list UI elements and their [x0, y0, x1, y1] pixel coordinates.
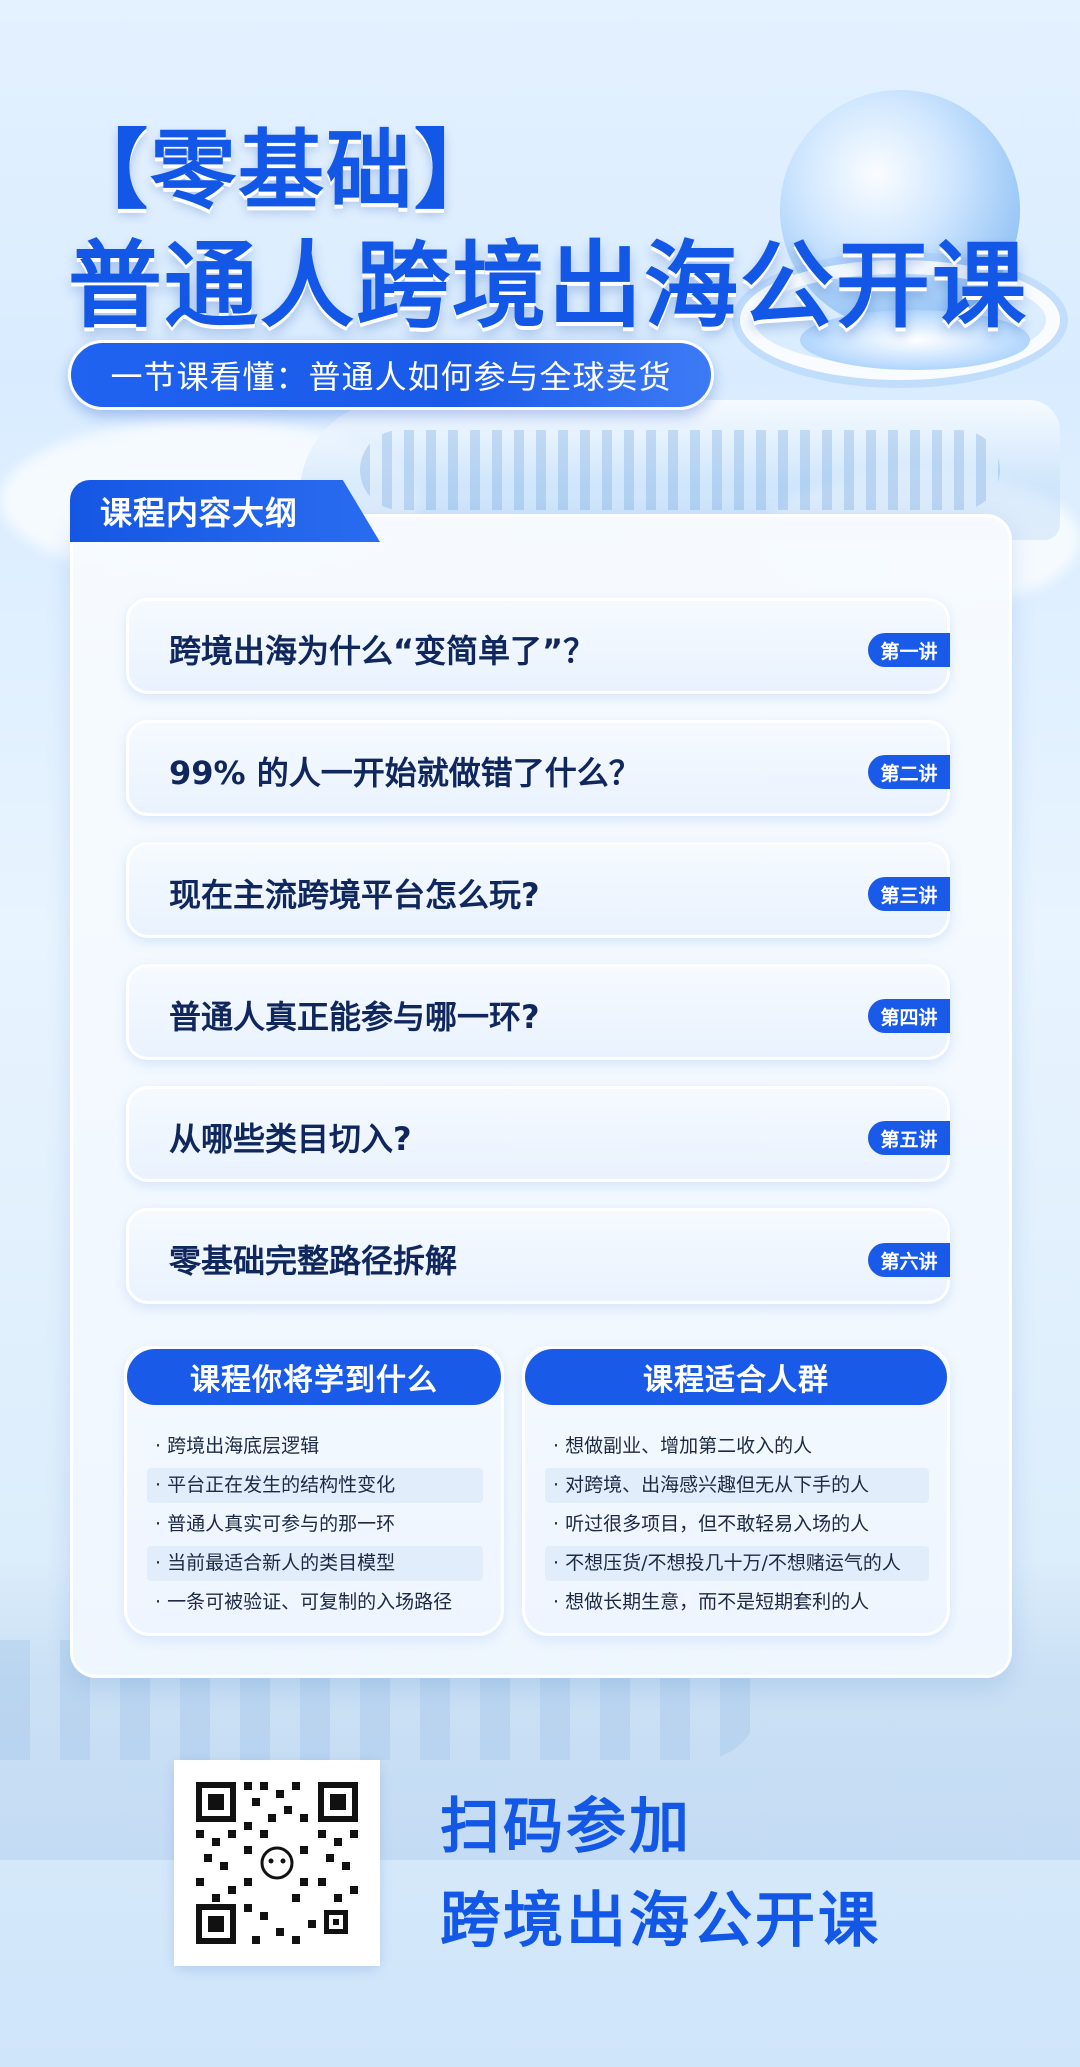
lesson-badge: 第四讲 — [868, 999, 950, 1033]
lesson-badge: 第三讲 — [868, 877, 950, 911]
lesson-item: 现在主流跨境平台怎么玩? 第三讲 — [126, 842, 950, 938]
lesson-title: 从哪些类目切入? — [169, 1120, 412, 1158]
cruise-ship-windows — [360, 430, 1000, 510]
lesson-badge: 第五讲 — [868, 1121, 950, 1155]
lesson-title: 普通人真正能参与哪一环? — [169, 998, 540, 1036]
lesson-item: 99% 的人一开始就做错了什么？ 第二讲 — [126, 720, 950, 816]
learn-list: · 跨境出海底层逻辑 · 平台正在发生的结构性变化 · 普通人真实可参与的那一环… — [147, 1429, 483, 1624]
qr-code[interactable] — [174, 1760, 380, 1966]
learn-panel: 课程你将学到什么 · 跨境出海底层逻辑 · 平台正在发生的结构性变化 · 普通人… — [124, 1346, 504, 1636]
qr-code-icon — [174, 1760, 380, 1966]
course-outline-heading: 课程内容大纲 — [100, 494, 299, 532]
list-item: · 想做副业、增加第二收入的人 — [553, 1435, 813, 1457]
subtitle-text: 一节课看懂：普通人如何参与全球卖货 — [110, 358, 672, 396]
lesson-badge: 第六讲 — [868, 1243, 950, 1277]
list-item: · 不想压货/不想投几十万/不想赌运气的人 — [545, 1546, 929, 1581]
list-item: · 想做长期生意，而不是短期套利的人 — [553, 1591, 870, 1613]
list-item: · 当前最适合新人的类目模型 — [147, 1546, 483, 1581]
lesson-item: 零基础完整路径拆解 第六讲 — [126, 1208, 950, 1304]
list-item: · 普通人真实可参与的那一环 — [155, 1513, 396, 1535]
list-item: · 一条可被验证、可复制的入场路径 — [155, 1591, 453, 1613]
title-tag: 【零基础】 — [62, 121, 502, 221]
cta-line-2: 跨境出海公开课 — [440, 1886, 881, 1956]
list-item: · 平台正在发生的结构性变化 — [147, 1468, 483, 1503]
learn-panel-heading: 课程你将学到什么 — [127, 1349, 501, 1405]
list-item: · 听过很多项目，但不敢轻易入场的人 — [553, 1513, 870, 1535]
list-item: · 跨境出海底层逻辑 — [155, 1435, 320, 1457]
course-outline-tab: 课程内容大纲 — [70, 480, 380, 542]
page-title: 普通人跨境出海公开课 — [68, 232, 1029, 341]
cta-line-1: 扫码参加 — [440, 1792, 692, 1862]
lesson-item: 普通人真正能参与哪一环? 第四讲 — [126, 964, 950, 1060]
subtitle-pill: 一节课看懂：普通人如何参与全球卖货 — [68, 340, 714, 410]
lesson-badge: 第一讲 — [868, 633, 950, 667]
list-item: · 对跨境、出海感兴趣但无从下手的人 — [545, 1468, 929, 1503]
lesson-badge: 第二讲 — [868, 755, 950, 789]
lesson-title: 现在主流跨境平台怎么玩? — [169, 876, 540, 914]
audience-list: · 想做副业、增加第二收入的人 · 对跨境、出海感兴趣但无从下手的人 · 听过很… — [545, 1429, 929, 1624]
lesson-item: 从哪些类目切入? 第五讲 — [126, 1086, 950, 1182]
audience-panel-heading: 课程适合人群 — [525, 1349, 947, 1405]
lesson-title: 零基础完整路径拆解 — [169, 1242, 458, 1280]
lesson-item: 跨境出海为什么“变简单了”？ 第一讲 — [126, 598, 950, 694]
lesson-title: 99% 的人一开始就做错了什么？ — [169, 754, 641, 792]
lesson-title: 跨境出海为什么“变简单了”？ — [169, 632, 596, 670]
audience-panel: 课程适合人群 · 想做副业、增加第二收入的人 · 对跨境、出海感兴趣但无从下手的… — [522, 1346, 950, 1636]
